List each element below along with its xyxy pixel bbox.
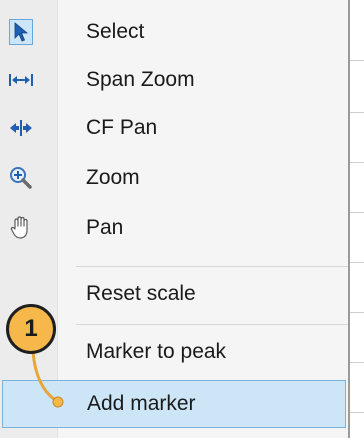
menu-separator xyxy=(76,324,348,325)
background-gridline xyxy=(350,312,364,313)
menu-item-label: Marker to peak xyxy=(86,340,227,363)
background-gridline xyxy=(350,212,364,213)
menu-item-cf-pan[interactable]: CF Pan xyxy=(0,104,348,152)
background-gridline xyxy=(350,262,364,263)
menu-item-span-zoom[interactable]: Span Zoom xyxy=(0,56,348,104)
menu-item-select[interactable]: Select xyxy=(0,8,348,56)
span-zoom-icon xyxy=(8,67,34,93)
menu-item-pan[interactable]: Pan xyxy=(0,204,348,252)
context-menu: Select Span Zoom CF Pan Zoom Pan Reset s… xyxy=(0,0,350,438)
background-window-edge xyxy=(350,0,364,438)
menu-item-label: Select xyxy=(86,20,145,43)
menu-item-add-marker[interactable]: Add marker xyxy=(2,380,346,428)
callout-badge: 1 xyxy=(6,304,56,354)
pointer-arrow-icon xyxy=(8,19,34,45)
callout-number: 1 xyxy=(24,315,38,342)
menu-separator xyxy=(76,266,348,267)
menu-item-reset-scale[interactable]: Reset scale xyxy=(0,270,348,318)
menu-item-label: CF Pan xyxy=(86,116,158,139)
background-gridline xyxy=(350,162,364,163)
menu-item-label: Pan xyxy=(86,216,124,239)
hand-icon xyxy=(8,215,34,241)
menu-item-zoom[interactable]: Zoom xyxy=(0,154,348,202)
screenshot-canvas: Select Span Zoom CF Pan Zoom Pan Reset s… xyxy=(0,0,364,438)
cf-pan-icon xyxy=(8,115,34,141)
background-gridline xyxy=(350,112,364,113)
magnifier-plus-icon xyxy=(8,165,34,191)
menu-item-label: Reset scale xyxy=(86,282,196,305)
background-gridline xyxy=(350,412,364,413)
background-gridline xyxy=(350,362,364,363)
background-gridline xyxy=(350,60,364,61)
menu-item-label: Add marker xyxy=(87,392,196,415)
menu-item-label: Span Zoom xyxy=(86,68,195,91)
menu-item-label: Zoom xyxy=(86,166,140,189)
